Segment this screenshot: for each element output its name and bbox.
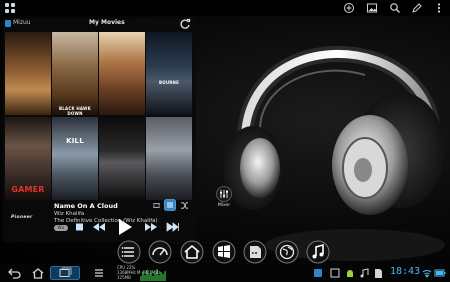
- movie-cover-6[interactable]: KILL: [52, 117, 98, 200]
- apps-grid-icon[interactable]: [5, 3, 15, 13]
- mixer-shortcut[interactable]: Mixer: [210, 186, 238, 212]
- stop-icon[interactable]: [74, 223, 84, 231]
- globe-icon[interactable]: [275, 240, 299, 264]
- repeat-icon[interactable]: [152, 201, 161, 210]
- artist-name: Wiz Khalifa: [54, 211, 85, 217]
- next-icon[interactable]: [144, 222, 158, 232]
- system-navigation-bar: CPU 22% 1368MHz M 4822MHz 125MB 18:43: [0, 264, 450, 282]
- movie-cover-5[interactable]: GAMER: [5, 117, 51, 200]
- music-icon[interactable]: [306, 240, 330, 264]
- windows-icon[interactable]: [212, 240, 236, 264]
- previous-icon[interactable]: [92, 222, 106, 232]
- movie-cover-2-caption: BLACK HAWK DOWN: [59, 106, 91, 115]
- app-logo-icon[interactable]: [5, 20, 11, 27]
- home-nav-icon[interactable]: [31, 267, 45, 279]
- sd-card-icon[interactable]: [243, 240, 267, 264]
- widget-header: Mizuu My Movies: [3, 18, 196, 30]
- fast-forward-icon[interactable]: [166, 222, 180, 232]
- widget-title: My Movies: [89, 19, 125, 26]
- movie-cover-6-caption: KILL: [66, 137, 84, 145]
- movie-cover-7[interactable]: [99, 117, 145, 200]
- notification-image-icon[interactable]: [330, 267, 340, 279]
- recent-apps-icon[interactable]: [50, 266, 80, 280]
- headphones-wallpaper-art: [223, 45, 445, 261]
- sd-notification-icon[interactable]: [373, 267, 383, 279]
- gallery-icon[interactable]: [366, 2, 378, 14]
- back-icon[interactable]: [7, 267, 21, 279]
- edit-icon[interactable]: [411, 2, 423, 14]
- mixer-icon: [216, 186, 232, 202]
- play-icon[interactable]: [117, 218, 133, 236]
- movie-cover-5-caption: GAMER: [11, 185, 45, 194]
- song-title: Name On A Cloud: [54, 202, 118, 210]
- playlist-icon[interactable]: [164, 199, 176, 211]
- movie-cover-4-caption: BOURNE: [158, 80, 180, 85]
- clock[interactable]: 18:43: [390, 266, 420, 277]
- home-icon[interactable]: [180, 240, 204, 264]
- android-icon[interactable]: [345, 267, 355, 279]
- overflow-menu-icon[interactable]: [433, 2, 445, 14]
- movie-grid: BLACK HAWK DOWN BOURNE GAMER KILL: [5, 32, 193, 200]
- movie-cover-3[interactable]: [99, 32, 145, 115]
- notification-music-icon[interactable]: [359, 267, 369, 279]
- cpu-graph: [140, 269, 166, 281]
- menu-icon[interactable]: [94, 267, 104, 279]
- battery-icon: [434, 269, 446, 277]
- brand-logo: Pioneer: [11, 215, 33, 220]
- refresh-icon[interactable]: [179, 18, 191, 30]
- speedometer-icon[interactable]: [148, 240, 172, 264]
- status-bar: [0, 0, 450, 16]
- add-circle-icon[interactable]: [343, 2, 355, 14]
- wifi-icon: [422, 270, 432, 278]
- movie-cover-2[interactable]: BLACK HAWK DOWN: [52, 32, 98, 115]
- mixer-label: Mixer: [217, 203, 231, 208]
- movie-cover-4[interactable]: BOURNE: [146, 32, 192, 115]
- app-name[interactable]: Mizuu: [13, 19, 31, 26]
- movie-cover-1[interactable]: [5, 32, 51, 115]
- shuffle-icon[interactable]: [180, 201, 189, 210]
- movie-cover-8[interactable]: [146, 117, 192, 200]
- artist-badge: Wiz: [54, 225, 68, 231]
- search-icon[interactable]: [389, 2, 401, 14]
- playlist-app-icon[interactable]: [117, 240, 141, 264]
- media-widget: Mizuu My Movies BLACK HAWK DOWN BOURNE G…: [3, 18, 196, 242]
- notification-app-icon[interactable]: [313, 267, 323, 279]
